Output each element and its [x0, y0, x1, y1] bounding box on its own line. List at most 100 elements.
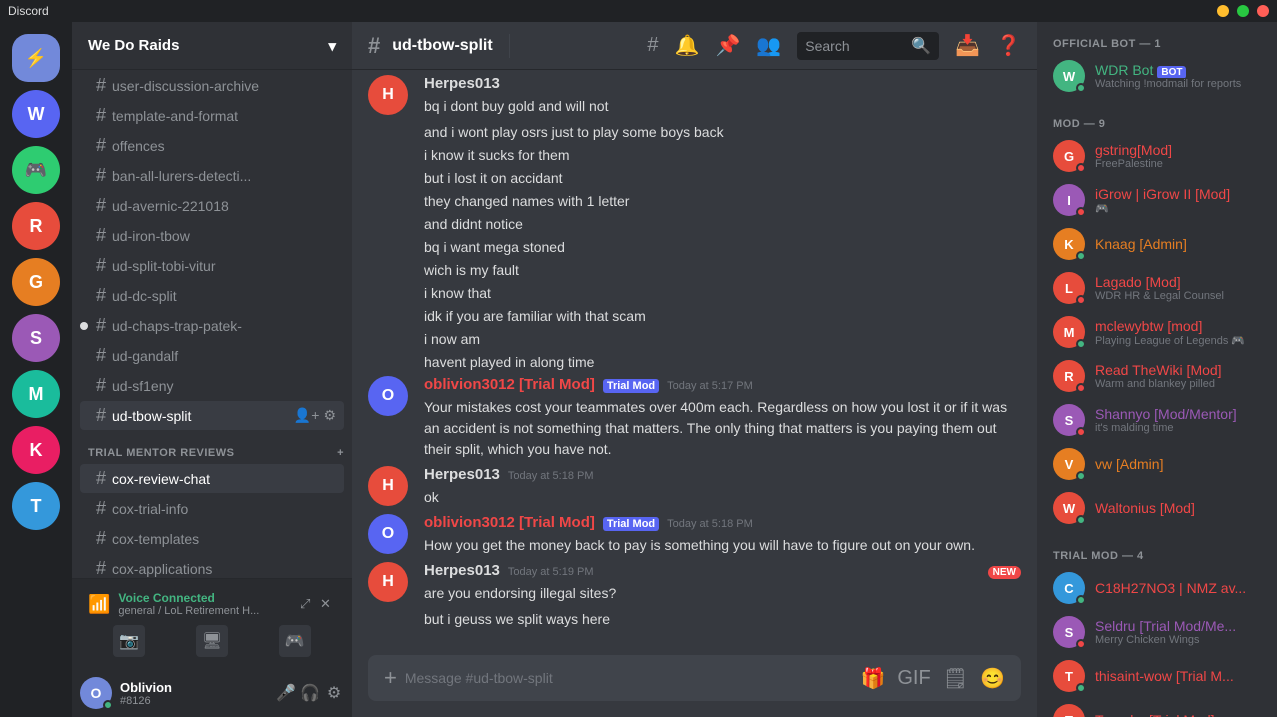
author-name[interactable]: oblivion3012 [Trial Mod]	[424, 514, 595, 531]
deafen-button[interactable]: 🎧	[300, 683, 320, 703]
member-item[interactable]: G gstring[Mod] FreePalestine	[1045, 134, 1269, 178]
notifications-icon[interactable]: 🔔	[675, 33, 700, 58]
voice-expand-icon[interactable]: ⤢	[300, 596, 316, 612]
gear-icon[interactable]: ⚙	[323, 407, 336, 424]
sidebar-item-cox-applications[interactable]: #cox-applications	[80, 554, 344, 578]
sidebar-item-ud-avernic-221018[interactable]: #ud-avernic-221018	[80, 191, 344, 220]
author-name[interactable]: Herpes013	[424, 562, 500, 579]
member-item[interactable]: R Read TheWiki [Mod] Warm and blankey pi…	[1045, 354, 1269, 398]
attach-button[interactable]: +	[384, 655, 397, 701]
sidebar-item-user-discussion-archive[interactable]: #user-discussion-archive	[80, 71, 344, 100]
author-name[interactable]: Herpes013	[424, 75, 500, 92]
sticker-icon[interactable]: 🗒	[943, 666, 968, 691]
server-header[interactable]: We Do Raids▾	[72, 22, 352, 70]
threads-icon[interactable]: #	[647, 34, 658, 57]
minimize-button[interactable]	[1217, 5, 1229, 17]
author-name[interactable]: oblivion3012 [Trial Mod]	[424, 376, 595, 393]
channel-name: ud-avernic-221018	[112, 198, 336, 214]
gift-icon[interactable]: 🎁	[860, 666, 885, 691]
member-item[interactable]: M mclewybtw [mod] Playing League of Lege…	[1045, 310, 1269, 354]
help-icon[interactable]: ❓	[996, 33, 1021, 58]
sidebar-item-cox-templates[interactable]: #cox-templates	[80, 524, 344, 553]
avatar[interactable]: H	[368, 75, 408, 115]
hash-icon: #	[96, 255, 106, 276]
member-item[interactable]: I iGrow | iGrow II [Mod] 🎮	[1045, 178, 1269, 222]
server-icon-5[interactable]: S	[12, 314, 60, 362]
member-section-2: TRIAL MOD — 4 C C18H27NO3 | NMZ av... S …	[1037, 534, 1277, 717]
sidebar-item-template-and-format[interactable]: #template-and-format	[80, 101, 344, 130]
screen-share-button[interactable]: 🖥	[196, 625, 228, 657]
member-status-dot	[1076, 295, 1086, 305]
sidebar-item-ban-all-lurers-detecti...[interactable]: #ban-all-lurers-detecti...	[80, 161, 344, 190]
sidebar-item-cox-review-chat[interactable]: #cox-review-chat	[80, 464, 344, 493]
server-icon-3[interactable]: R	[12, 202, 60, 250]
search-input[interactable]	[805, 38, 905, 54]
member-item[interactable]: S Seldru [Trial Mod/Me... Merry Chicken …	[1045, 610, 1269, 654]
members-icon[interactable]: 👥	[756, 33, 781, 58]
continued-message: i know that	[352, 282, 1037, 305]
sidebar-item-offences[interactable]: #offences	[80, 131, 344, 160]
add-icon[interactable]: +	[337, 447, 344, 459]
avatar[interactable]: O	[368, 376, 408, 416]
camera-button[interactable]: 📷	[113, 625, 145, 657]
server-icon-4[interactable]: G	[12, 258, 60, 306]
close-button[interactable]	[1257, 5, 1269, 17]
add-user-icon[interactable]: 👤+	[294, 347, 320, 364]
mute-button[interactable]: 🎤	[276, 683, 296, 703]
member-item[interactable]: K Knaag [Admin]	[1045, 222, 1269, 266]
server-icon-0[interactable]: ⚡	[12, 34, 60, 82]
member-item[interactable]: T Treecko [Trial Mod]	[1045, 698, 1269, 717]
settings-button[interactable]: ⚙	[324, 683, 344, 703]
sidebar-item-ud-iron-tbow[interactable]: #ud-iron-tbow	[80, 221, 344, 250]
message-text: How you get the money back to pay is som…	[424, 535, 1021, 556]
member-section-0: OFFICIAL BOT — 1 W WDR BotBOT Watching !…	[1037, 22, 1277, 102]
sidebar-item-ud-sf1eny[interactable]: #ud-sf1eny	[80, 371, 344, 400]
search-bar[interactable]: 🔍	[797, 32, 939, 60]
sidebar-item-ud-tbow-split[interactable]: #ud-tbow-split👤+⚙	[80, 401, 344, 430]
add-user-icon[interactable]: 👤+	[294, 407, 320, 424]
member-item[interactable]: L Lagado [Mod] WDR HR & Legal Counsel	[1045, 266, 1269, 310]
continued-message: but i lost it on accidant	[352, 167, 1037, 190]
member-item[interactable]: S Shannyo [Mod/Mentor] it's malding time	[1045, 398, 1269, 442]
chevron-down-icon: ▾	[328, 37, 336, 55]
member-item[interactable]: C C18H27NO3 | NMZ av...	[1045, 566, 1269, 610]
avatar[interactable]: H	[368, 466, 408, 506]
gif-icon[interactable]: GIF	[897, 667, 930, 690]
sidebar-item-ud-split-tobi-vitur[interactable]: #ud-split-tobi-vitur	[80, 251, 344, 280]
activity-button[interactable]: 🎮	[279, 625, 311, 657]
pin-icon[interactable]: 📌	[715, 33, 740, 58]
member-item[interactable]: V vw [Admin]	[1045, 442, 1269, 486]
server-icon-8[interactable]: T	[12, 482, 60, 530]
sidebar-item-cox-trial-info[interactable]: #cox-trial-info	[80, 494, 344, 523]
author-name[interactable]: Herpes013	[424, 466, 500, 483]
hash-icon: #	[96, 165, 106, 186]
avatar[interactable]: O	[368, 514, 408, 554]
server-icon-7[interactable]: K	[12, 426, 60, 474]
continued-message: havent played in along time	[352, 351, 1037, 374]
server-icon-1[interactable]: W	[12, 90, 60, 138]
sidebar-item-ud-chaps-trap-patek-[interactable]: #ud-chaps-trap-patek-	[80, 311, 344, 340]
server-icon-6[interactable]: M	[12, 370, 60, 418]
message-input[interactable]	[405, 658, 853, 698]
voice-leave-icon[interactable]: ✕	[320, 596, 336, 612]
hash-icon: #	[96, 558, 106, 578]
member-info: WDR BotBOT Watching !modmail for reports	[1095, 62, 1261, 90]
server-icon-2[interactable]: 🎮	[12, 146, 60, 194]
voice-channel: general / LoL Retirement H...	[118, 605, 292, 617]
gear-icon[interactable]: ⚙	[323, 347, 336, 364]
maximize-button[interactable]	[1237, 5, 1249, 17]
emoji-icon[interactable]: 😊	[980, 666, 1005, 691]
member-item[interactable]: T thisaint-wow [Trial M...	[1045, 654, 1269, 698]
avatar[interactable]: H	[368, 562, 408, 602]
member-status-dot	[1076, 595, 1086, 605]
message-content: Herpes013Today at 5:19 PMNEWare you endo…	[424, 562, 1021, 604]
section-trial-mentor[interactable]: TRIAL MENTOR REVIEWS+	[72, 431, 352, 463]
sidebar-item-ud-gandalf[interactable]: #ud-gandalf👤+⚙	[80, 341, 344, 370]
member-name: C18H27NO3 | NMZ av...	[1095, 580, 1261, 596]
sidebar-item-ud-dc-split[interactable]: #ud-dc-split	[80, 281, 344, 310]
continued-message: they changed names with 1 letter	[352, 190, 1037, 213]
message-content: Herpes013bq i dont buy gold and will not	[424, 75, 1021, 117]
member-item[interactable]: W WDR BotBOT Watching !modmail for repor…	[1045, 54, 1269, 98]
member-item[interactable]: W Waltonius [Mod]	[1045, 486, 1269, 530]
inbox-icon[interactable]: 📥	[955, 33, 980, 58]
